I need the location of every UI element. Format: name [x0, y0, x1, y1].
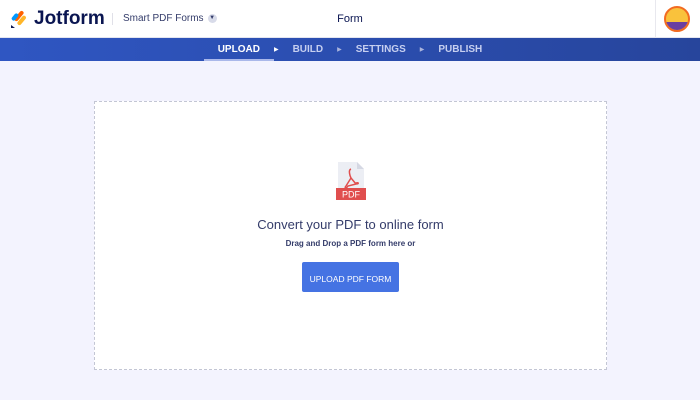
page-title: Form: [337, 13, 363, 25]
step-nav: UPLOAD ▶ BUILD ▶ SETTINGS ▶ PUBLISH: [0, 38, 700, 61]
tab-settings[interactable]: SETTINGS: [342, 38, 420, 61]
tab-build[interactable]: BUILD: [279, 38, 338, 61]
upload-subtext: Drag and Drop a PDF form here or: [285, 239, 416, 248]
pdf-file-icon: PDF: [336, 162, 366, 200]
upload-heading: Convert your PDF to online form: [257, 217, 444, 232]
upload-pdf-button[interactable]: UPLOAD PDF FORM: [302, 262, 399, 292]
top-bar: Jotform Smart PDF Forms ▼ Form: [0, 0, 700, 38]
tab-upload[interactable]: UPLOAD: [203, 38, 275, 61]
pdf-label: PDF: [342, 190, 361, 200]
divider: [655, 0, 656, 38]
tab-publish[interactable]: PUBLISH: [424, 38, 496, 61]
avatar[interactable]: [664, 6, 690, 32]
pdf-drop-zone[interactable]: PDF Convert your PDF to online form Drag…: [94, 101, 607, 370]
